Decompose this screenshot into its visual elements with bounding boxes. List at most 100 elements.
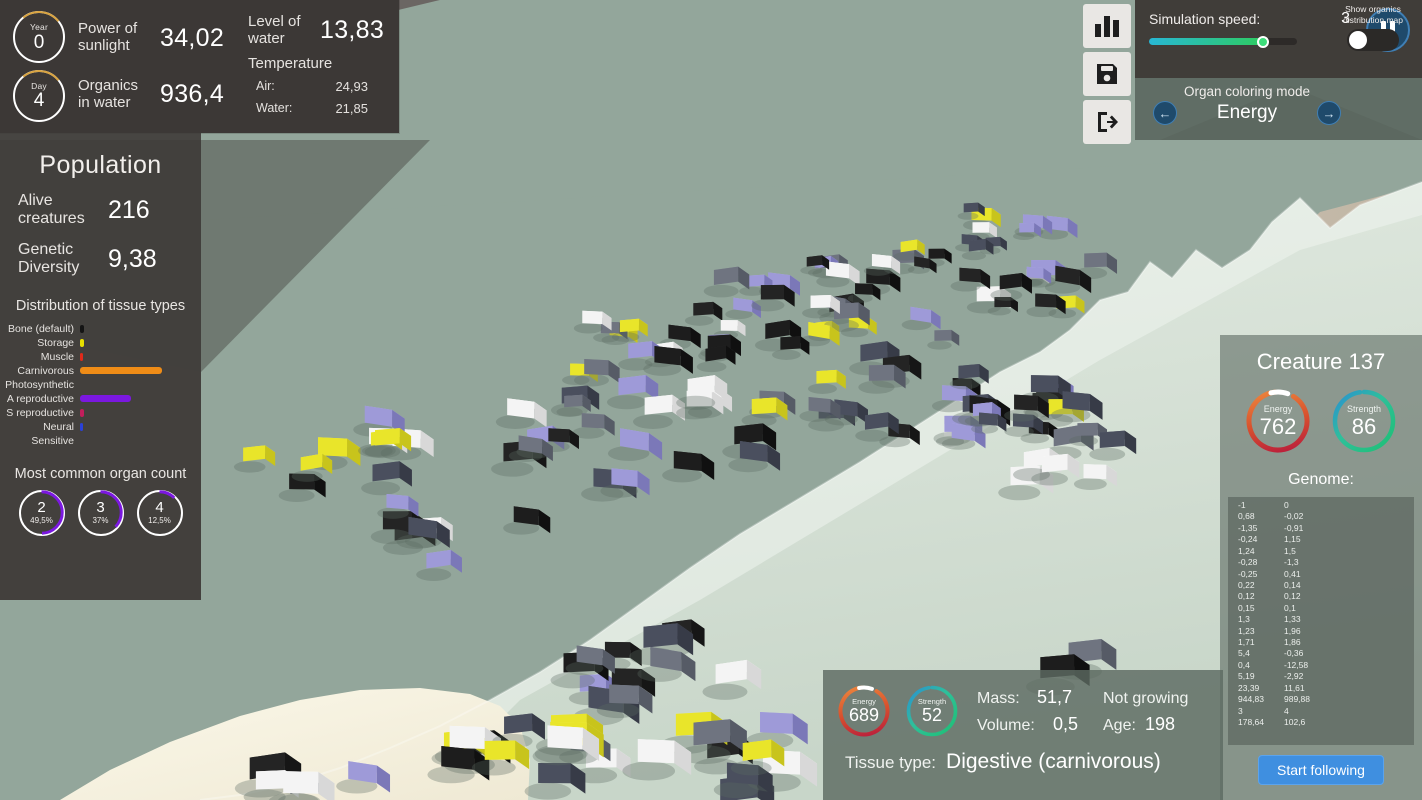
day-value: 4 <box>33 90 45 111</box>
genome-value-b: -12,58 <box>1284 659 1309 670</box>
simulation-speed-slider[interactable] <box>1149 35 1297 48</box>
time-rings: Year 0 Day 4 <box>0 0 78 133</box>
stats-column-right: Level of water 13,83 Temperature Air: 24… <box>248 10 398 123</box>
alive-creatures-label: Alive creatures <box>18 192 85 228</box>
genome-row: 34 <box>1238 706 1404 717</box>
creature-cube[interactable] <box>949 364 989 390</box>
genome-value-a: 0,68 <box>1238 511 1255 522</box>
genome-value-a: 23,39 <box>1238 682 1260 693</box>
tissue-row: Storage <box>0 336 193 350</box>
tissue-bar <box>80 338 84 347</box>
start-following-button[interactable]: Start following <box>1258 755 1384 785</box>
genome-value-a: 0,4 <box>1238 659 1250 670</box>
follow-button-wrap: Start following <box>1220 745 1422 785</box>
alive-creatures-stat: Alive creatures 216 <box>0 186 201 235</box>
organ-count-indicator: 2 49,5% <box>18 489 65 536</box>
tissue-row: Sensitive <box>0 434 193 448</box>
organ-energy-label: Energy <box>852 696 876 706</box>
creature-cube[interactable] <box>847 283 881 303</box>
genome-value-b: 0,41 <box>1284 568 1301 579</box>
organ-energy-value: 689 <box>848 705 880 726</box>
mass-row: Mass: 51,7 Not growing <box>977 684 1188 711</box>
creature-cube[interactable] <box>503 506 551 535</box>
organ-info-top: Energy 689 Strength 52 Mass: 51,7 Not gr… <box>823 678 1223 740</box>
creature-cube[interactable] <box>524 762 586 800</box>
tissue-row: Muscle <box>0 350 193 364</box>
creature-cube[interactable] <box>233 445 276 473</box>
water-level-value: 13,83 <box>320 16 385 45</box>
genome-value-a: 944,83 <box>1238 694 1264 705</box>
creature-cube[interactable] <box>495 398 547 429</box>
tissue-type-label: Tissue type: <box>845 753 937 772</box>
genome-value-b: 1,96 <box>1284 625 1301 636</box>
creature-cube[interactable] <box>662 451 715 483</box>
volume-value: 0,5 <box>1053 714 1079 734</box>
coloring-controls[interactable]: Organ coloring mode ← Energy → Show orga… <box>1135 4 1422 140</box>
creature-cube[interactable] <box>901 306 941 331</box>
statistics-button[interactable] <box>1083 4 1131 48</box>
organ-coloring-title: Organ coloring mode <box>1183 84 1311 99</box>
sunlight-label: Power of sunlight <box>78 20 138 55</box>
exit-button[interactable] <box>1083 100 1131 144</box>
creature-cube[interactable] <box>361 461 412 496</box>
coloring-prev-button[interactable]: ← <box>1153 101 1177 125</box>
creature-cube[interactable] <box>336 761 391 794</box>
tool-buttons[interactable] <box>1083 4 1131 148</box>
sunlight-value: 34,02 <box>160 23 225 52</box>
creature-cube[interactable] <box>622 739 692 781</box>
water-temp-value: 21,85 <box>335 100 368 116</box>
age-label: Age: <box>1103 717 1136 734</box>
selected-organ-info-panel: Energy 689 Strength 52 Mass: 51,7 Not gr… <box>823 670 1223 800</box>
creature-cube[interactable] <box>607 428 663 461</box>
slider-handle[interactable] <box>1256 35 1269 48</box>
creature-cube[interactable] <box>741 397 788 427</box>
organics-label: Organics in water <box>78 76 139 111</box>
creature-cube[interactable] <box>1073 464 1117 490</box>
genome-row: 1,71 1,86 <box>1238 637 1404 648</box>
creature-cube[interactable] <box>927 329 960 350</box>
energy-value: 762 <box>1259 413 1297 439</box>
organics-map-toggle[interactable] <box>1347 29 1399 52</box>
tissue-label: Bone (default) <box>8 322 74 335</box>
genome-value-b: -0,02 <box>1284 511 1304 522</box>
coloring-next-button[interactable]: → <box>1316 101 1341 125</box>
tissue-row: A reproductive <box>0 392 193 406</box>
water-level-label: Level of water <box>248 12 301 47</box>
genome-row: -1 0 <box>1238 500 1404 511</box>
genome-value-b: 4 <box>1284 705 1289 716</box>
organ-count-indicator: 4 12,5% <box>136 489 183 536</box>
genome-value-b: 102,6 <box>1284 717 1306 728</box>
creature-cube[interactable] <box>416 549 462 581</box>
genome-row: 5,19 -2,92 <box>1238 671 1404 682</box>
toggle-knob <box>1349 31 1367 50</box>
tissue-row: Carnivorous <box>0 364 193 378</box>
simulation-controls-panel[interactable]: Simulation speed: 3 Organ coloring mode … <box>1135 0 1422 140</box>
mass-value: 51,7 <box>1037 687 1073 707</box>
age-value: 198 <box>1145 714 1176 734</box>
organics-map-control[interactable]: Show organics distribution map <box>1336 4 1410 52</box>
genome-value-a: 0,22 <box>1238 579 1255 590</box>
creature-cube[interactable] <box>684 301 723 326</box>
creature-cube[interactable] <box>291 453 333 482</box>
creature-cube[interactable] <box>702 659 762 700</box>
growth-status: Not growing <box>1103 690 1189 707</box>
genome-value-b: 1,5 <box>1284 545 1296 556</box>
water-temp-label: Water: <box>256 100 293 115</box>
tissue-label: S reproductive <box>6 406 74 419</box>
genome-value-a: -1,35 <box>1238 522 1258 533</box>
year-label: Year <box>30 22 48 32</box>
save-button[interactable] <box>1083 52 1131 96</box>
organ-count-arc <box>137 490 182 535</box>
creature-cube[interactable] <box>572 413 615 439</box>
strength-label: Strength <box>1346 403 1382 414</box>
mass-label: Mass: <box>977 690 1020 707</box>
organ-energy-gauge: Energy 689 <box>835 682 893 740</box>
genome-value-a: 5,19 <box>1238 671 1255 682</box>
organ-strength-value: 52 <box>921 705 943 726</box>
organ-coloring-value: Energy <box>1216 102 1278 123</box>
genome-table[interactable]: -1 0 0,68 -0,02 -1,35 -0,91 -0,24 1,15 1,24 1,5 -0… <box>1228 497 1414 745</box>
tissue-distribution-list: Bone (default) Storage Muscle Carnivorous Ph… <box>0 322 201 448</box>
creature-cube[interactable] <box>807 369 846 394</box>
genome-value-b: 0,14 <box>1284 579 1301 590</box>
genome-value-b: 0,12 <box>1284 591 1301 602</box>
